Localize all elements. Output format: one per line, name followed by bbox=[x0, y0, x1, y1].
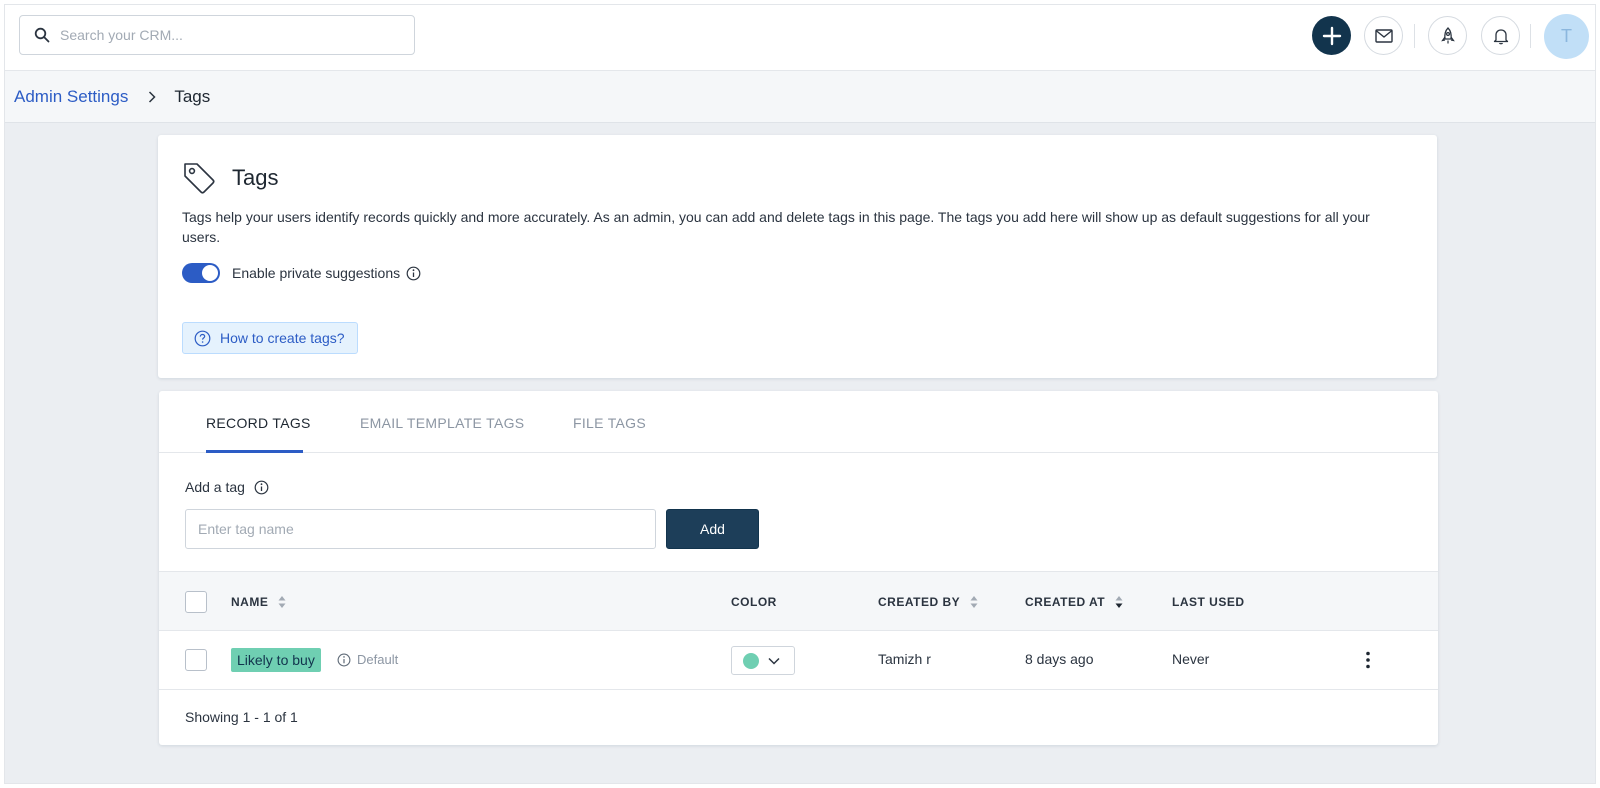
select-all-checkbox[interactable] bbox=[185, 591, 207, 613]
user-avatar[interactable]: T bbox=[1544, 14, 1589, 59]
mail-icon bbox=[1374, 28, 1393, 43]
column-created-by[interactable]: CREATED BY bbox=[878, 595, 978, 609]
column-created-at[interactable]: CREATED AT bbox=[1025, 595, 1123, 609]
global-search[interactable] bbox=[19, 15, 415, 55]
tab-email-template-tags[interactable]: EMAIL TEMPLATE TAGS bbox=[360, 415, 524, 431]
rocket-icon bbox=[1440, 26, 1455, 43]
tab-file-tags[interactable]: FILE TAGS bbox=[573, 415, 646, 431]
breadcrumb-current: Tags bbox=[174, 86, 211, 106]
table-row: Likely to buy Default Tamizh r 8 days ag… bbox=[159, 631, 1438, 690]
chevron-right-icon bbox=[148, 90, 156, 103]
breadcrumb: Admin Settings Tags bbox=[5, 71, 1595, 123]
search-icon bbox=[34, 27, 50, 43]
table-header: NAME COLOR CREATED BY CREATED AT LAST US… bbox=[159, 571, 1438, 631]
created-by-cell: Tamizh r bbox=[878, 651, 931, 667]
info-icon bbox=[337, 653, 351, 666]
column-name-label: NAME bbox=[231, 595, 269, 609]
bell-icon bbox=[1493, 28, 1508, 44]
sort-icon bbox=[970, 596, 978, 608]
add-tag-label: Add a tag bbox=[185, 479, 245, 495]
toolbar-divider bbox=[1530, 24, 1531, 48]
page-description: Tags help your users identify records qu… bbox=[182, 209, 1370, 245]
toggle-knob bbox=[202, 265, 218, 281]
toolbar-divider bbox=[1414, 24, 1415, 48]
chevron-down-icon bbox=[768, 657, 780, 665]
tags-list-card: RECORD TAGS EMAIL TEMPLATE TAGS FILE TAG… bbox=[159, 391, 1438, 745]
row-actions-menu-icon[interactable] bbox=[1362, 648, 1374, 672]
info-icon[interactable] bbox=[254, 480, 269, 495]
add-tag-label-row: Add a tag bbox=[185, 479, 269, 495]
private-suggestions-row: Enable private suggestions bbox=[182, 263, 421, 283]
info-icon[interactable] bbox=[406, 266, 421, 281]
app-window: T Admin Settings Tags Tags Tags help you… bbox=[4, 4, 1596, 784]
column-color: COLOR bbox=[731, 595, 777, 609]
add-tag-button[interactable]: Add bbox=[666, 509, 759, 549]
default-badge-label: Default bbox=[357, 652, 399, 667]
tags-header-card: Tags Tags help your users identify recor… bbox=[158, 135, 1437, 378]
tag-icon bbox=[184, 163, 215, 194]
plus-icon bbox=[1322, 26, 1341, 45]
toggle-label: Enable private suggestions bbox=[232, 265, 401, 281]
row-checkbox[interactable] bbox=[185, 649, 207, 671]
notifications-button[interactable] bbox=[1481, 16, 1520, 55]
getting-started-button[interactable] bbox=[1428, 16, 1467, 55]
how-to-create-tags-link[interactable]: How to create tags? bbox=[182, 322, 358, 354]
sort-icon bbox=[278, 596, 286, 608]
page-title: Tags bbox=[232, 165, 279, 190]
tag-type-tabs: RECORD TAGS EMAIL TEMPLATE TAGS FILE TAG… bbox=[159, 391, 1438, 453]
tag-name-input[interactable] bbox=[185, 509, 656, 549]
top-bar: T bbox=[5, 5, 1595, 71]
color-swatch bbox=[743, 652, 759, 669]
active-tab-indicator bbox=[206, 450, 303, 453]
quick-add-button[interactable] bbox=[1312, 16, 1351, 55]
tab-record-tags[interactable]: RECORD TAGS bbox=[206, 415, 311, 431]
column-created-by-label: CREATED BY bbox=[878, 595, 961, 609]
help-circle-icon bbox=[194, 330, 211, 346]
breadcrumb-admin-settings[interactable]: Admin Settings bbox=[14, 87, 128, 107]
column-created-at-label: CREATED AT bbox=[1025, 595, 1106, 609]
default-badge: Default bbox=[337, 652, 398, 667]
search-input[interactable] bbox=[60, 27, 390, 43]
column-name[interactable]: NAME bbox=[231, 595, 286, 609]
pagination-summary: Showing 1 - 1 of 1 bbox=[185, 709, 298, 725]
mail-button[interactable] bbox=[1364, 16, 1403, 55]
sort-descending-icon bbox=[1115, 596, 1123, 608]
page-title-row: Tags bbox=[182, 161, 278, 195]
tag-pill: Likely to buy bbox=[231, 648, 321, 672]
column-last-used-label: LAST USED bbox=[1172, 595, 1245, 609]
color-picker[interactable] bbox=[731, 646, 795, 675]
column-color-label: COLOR bbox=[731, 595, 777, 609]
column-last-used: LAST USED bbox=[1172, 595, 1245, 609]
created-at-cell: 8 days ago bbox=[1025, 651, 1094, 667]
private-suggestions-toggle[interactable] bbox=[182, 263, 220, 283]
help-link-label: How to create tags? bbox=[220, 330, 345, 346]
avatar-initial: T bbox=[1561, 26, 1572, 46]
last-used-cell: Never bbox=[1172, 651, 1210, 667]
